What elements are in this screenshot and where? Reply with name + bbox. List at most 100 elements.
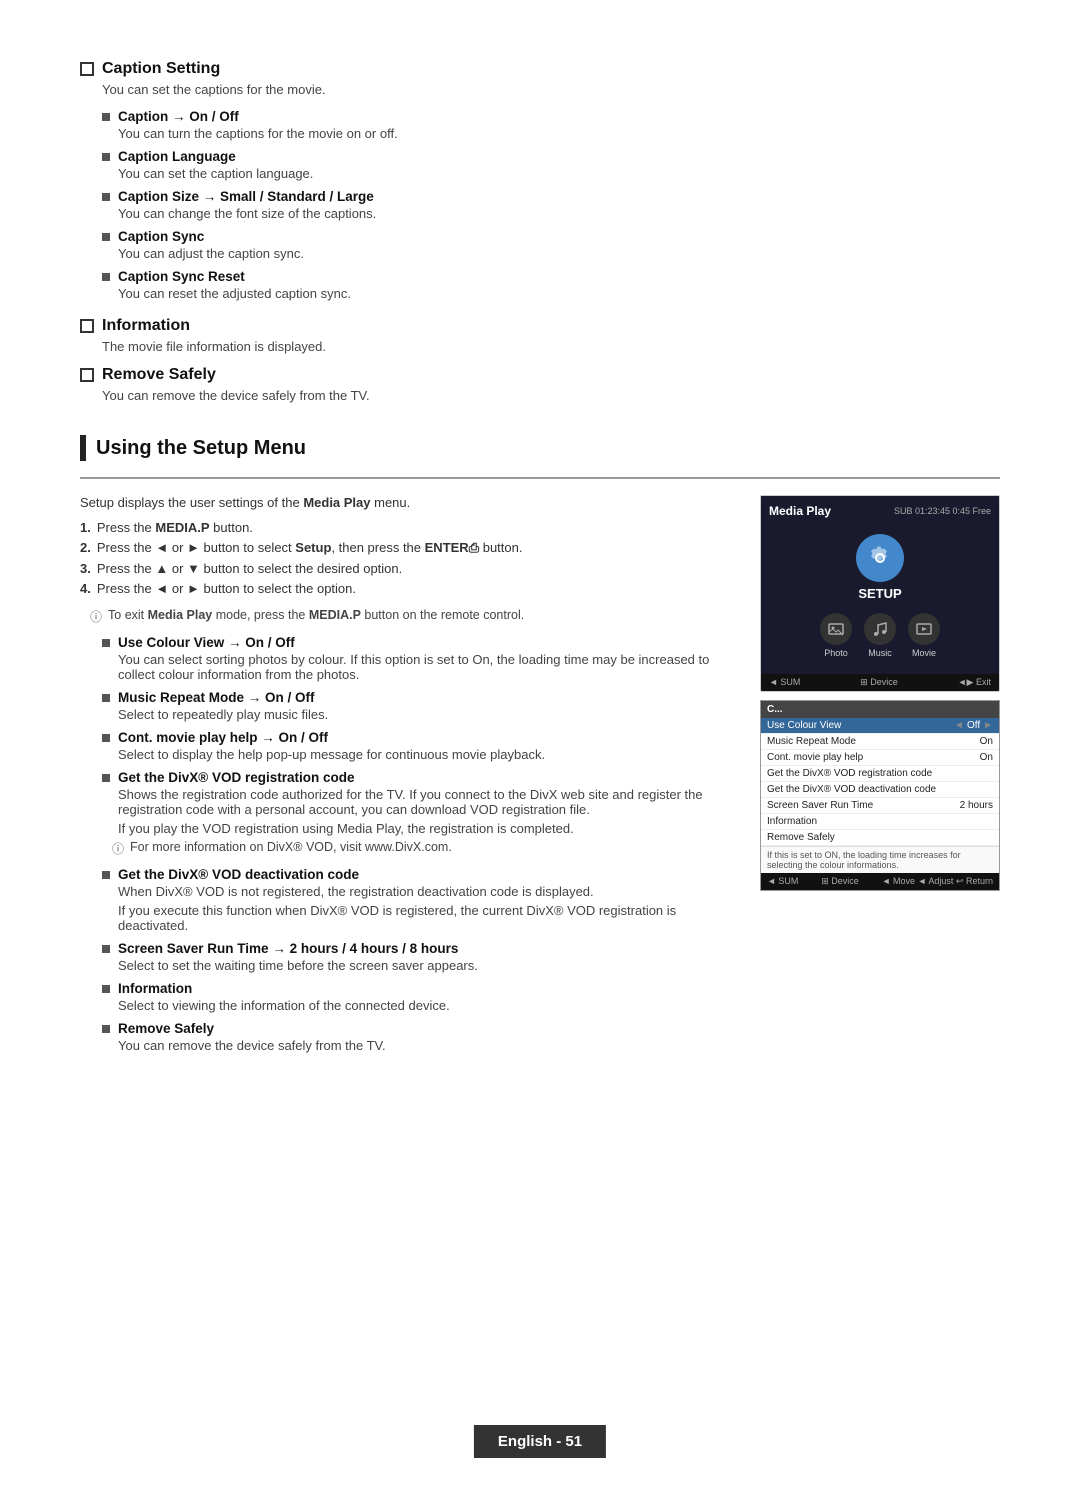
step-3: 3. Press the ▲ or ▼ button to select the… — [80, 561, 736, 576]
setup-intro: Setup displays the user settings of the … — [80, 495, 736, 510]
bullet-icon — [102, 871, 110, 879]
divx-vod-deact-title: Get the DivX® VOD deactivation code — [118, 867, 359, 882]
bullet-icon — [102, 945, 110, 953]
remove-safely-heading: Remove Safely — [80, 366, 1000, 384]
screen-saver-title: Screen Saver Run Time → 2 hours / 4 hour… — [118, 941, 458, 956]
caption-size-desc: You can change the font size of the capt… — [118, 206, 1000, 221]
ss-title-bar: Media Play SUB 01:23:45 0:45 Free — [769, 504, 991, 518]
use-colour-view: Use Colour View → On / Off You can selec… — [102, 635, 736, 682]
bullet-icon — [102, 273, 110, 281]
using-setup-title: Using the Setup Menu — [96, 437, 306, 460]
cont-movie-play-desc: Select to display the help pop-up messag… — [118, 747, 736, 762]
caption-sync-title: Caption Sync — [118, 229, 204, 244]
bullet-icon — [102, 639, 110, 647]
caption-setting-desc: You can set the captions for the movie. — [102, 82, 1000, 97]
ss-info: SUB 01:23:45 0:45 Free — [894, 506, 991, 516]
caption-language: Caption Language You can set the caption… — [102, 149, 1000, 181]
caption-on-off-title: Caption → On / Off — [118, 109, 239, 124]
bullet-icon — [102, 734, 110, 742]
settings-footer: ◄ SUM ⊞ Device ◄ Move ◄ Adjust ↩ Return — [761, 873, 999, 890]
settings-row-remove: Remove Safely — [761, 830, 999, 846]
step-1: 1. Press the MEDIA.P button. — [80, 520, 736, 535]
movie-circle — [908, 613, 940, 645]
music-repeat-mode: Music Repeat Mode → On / Off Select to r… — [102, 690, 736, 722]
settings-row-music: Music Repeat Mode On — [761, 734, 999, 750]
bullet-icon — [102, 153, 110, 161]
settings-note: If this is set to ON, the loading time i… — [761, 846, 999, 873]
information-heading: Information — [80, 317, 1000, 335]
ss-bottom-device: ⊞ Device — [860, 677, 898, 688]
ss-bottom-exit: ◄▶ Exit — [958, 677, 991, 688]
information-desc: The movie file information is displayed. — [102, 339, 1000, 354]
cont-movie-play: Cont. movie play help → On / Off Select … — [102, 730, 736, 762]
caption-on-off: Caption → On / Off You can turn the capt… — [102, 109, 1000, 141]
bullet-icon — [102, 1025, 110, 1033]
caption-setting-title: Caption Setting — [102, 60, 220, 78]
use-colour-view-desc: You can select sorting photos by colour.… — [118, 652, 736, 682]
checkbox-icon — [80, 368, 94, 382]
divx-vod-reg-title: Get the DivX® VOD registration code — [118, 770, 355, 785]
divx-vod-deact-desc: When DivX® VOD is not registered, the re… — [118, 884, 736, 899]
remove-safely-desc: You can remove the device safely from th… — [102, 388, 1000, 403]
cont-movie-play-title: Cont. movie play help → On / Off — [118, 730, 328, 745]
divx-vod-deact: Get the DivX® VOD deactivation code When… — [102, 867, 736, 933]
caption-sync-desc: You can adjust the caption sync. — [118, 246, 1000, 261]
ss-movie-icon: Movie — [908, 613, 940, 658]
setup-information: Information Select to viewing the inform… — [102, 981, 736, 1013]
divx-vod-reg-desc: Shows the registration code authorized f… — [118, 787, 736, 817]
using-setup-section: Using the Setup Menu Setup displays the … — [80, 435, 1000, 1061]
settings-row-screensaver: Screen Saver Run Time 2 hours — [761, 798, 999, 814]
screen-saver-run-time: Screen Saver Run Time → 2 hours / 4 hour… — [102, 941, 736, 973]
settings-row-colour: Use Colour View ◄ Off ► — [761, 718, 999, 734]
ss-top: Media Play SUB 01:23:45 0:45 Free — [761, 496, 999, 674]
mediaplay-screenshot: Media Play SUB 01:23:45 0:45 Free — [760, 495, 1000, 692]
caption-size-title: Caption Size → Small / Standard / Large — [118, 189, 374, 204]
settings-row-info: Information — [761, 814, 999, 830]
setup-info-desc: Select to viewing the information of the… — [118, 998, 736, 1013]
setup-icon-area: SETUP — [769, 526, 991, 605]
photo-label: Photo — [824, 648, 848, 658]
remove-safely-title: Remove Safely — [102, 366, 216, 384]
divx-vod-reg-extra: If you play the VOD registration using M… — [118, 821, 736, 836]
ss-bottom-sum: ◄ SUM — [769, 677, 800, 688]
step-2: 2. Press the ◄ or ► button to select Set… — [80, 540, 736, 556]
settings-row-divx-deact: Get the DivX® VOD deactivation code — [761, 782, 999, 798]
bullet-icon — [102, 694, 110, 702]
music-repeat-title: Music Repeat Mode → On / Off — [118, 690, 315, 705]
bullet-icon — [102, 113, 110, 121]
information-title: Information — [102, 317, 190, 335]
setup-label: SETUP — [858, 586, 901, 601]
ss-icons-row: Photo Music — [769, 605, 991, 666]
caption-sync: Caption Sync You can adjust the caption … — [102, 229, 1000, 261]
caption-language-title: Caption Language — [118, 149, 236, 164]
caption-size: Caption Size → Small / Standard / Large … — [102, 189, 1000, 221]
setup-note: ⓘ To exit Media Play mode, press the MED… — [90, 608, 736, 625]
ss-bottom-bar: ◄ SUM ⊞ Device ◄▶ Exit — [761, 674, 999, 691]
page-footer: English - 51 — [474, 1425, 606, 1458]
checkbox-icon — [80, 62, 94, 76]
caption-sync-reset-desc: You can reset the adjusted caption sync. — [118, 286, 1000, 301]
bullet-icon — [102, 193, 110, 201]
caption-language-desc: You can set the caption language. — [118, 166, 1000, 181]
setup-text-area: Setup displays the user settings of the … — [80, 495, 736, 1061]
screenshots-column: Media Play SUB 01:23:45 0:45 Free — [760, 495, 1000, 1061]
page-number: English - 51 — [498, 1433, 582, 1450]
divx-vod-reg: Get the DivX® VOD registration code Show… — [102, 770, 736, 857]
divx-vod-reg-note: ⓘ For more information on DivX® VOD, vis… — [112, 840, 736, 857]
use-colour-view-title: Use Colour View → On / Off — [118, 635, 295, 650]
step-4: 4. Press the ◄ or ► button to select the… — [80, 581, 736, 596]
settings-row-cont: Cont. movie play help On — [761, 750, 999, 766]
setup-info-title: Information — [118, 981, 192, 996]
setup-gear-icon — [856, 534, 904, 582]
setup-remove-safely: Remove Safely You can remove the device … — [102, 1021, 736, 1053]
ss-photo-icon: Photo — [820, 613, 852, 658]
setup-remove-title: Remove Safely — [118, 1021, 214, 1036]
ss-title: Media Play — [769, 504, 831, 518]
music-label: Music — [868, 648, 892, 658]
caption-on-off-desc: You can turn the captions for the movie … — [118, 126, 1000, 141]
settings-header: C... — [761, 701, 999, 718]
screen-saver-desc: Select to set the waiting time before th… — [118, 958, 736, 973]
section-divider — [80, 477, 1000, 479]
setup-remove-desc: You can remove the device safely from th… — [118, 1038, 736, 1053]
settings-screenshot: C... Use Colour View ◄ Off ► Music Repea… — [760, 700, 1000, 891]
